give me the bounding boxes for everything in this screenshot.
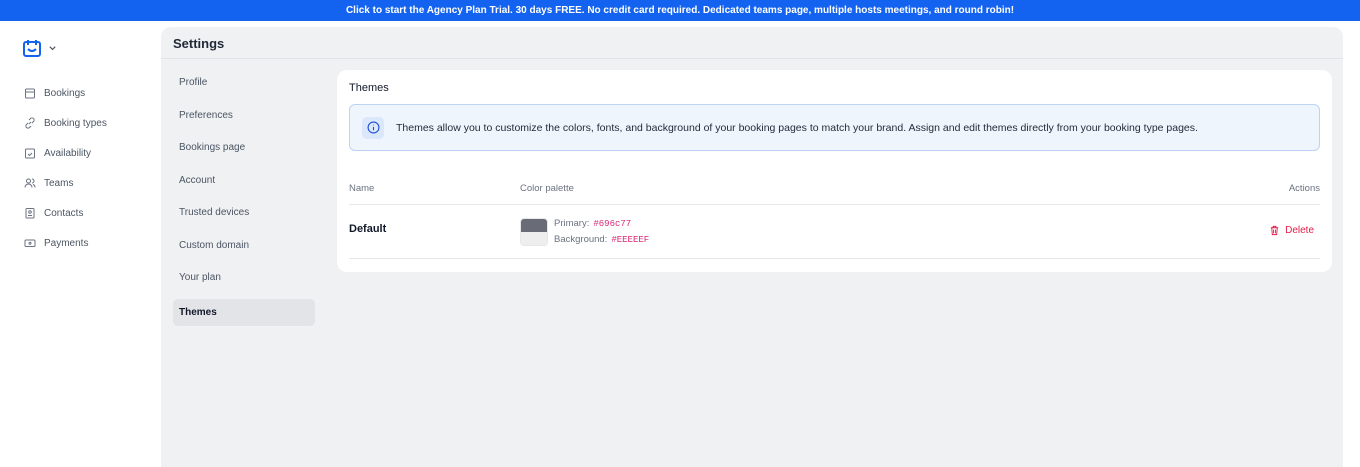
themes-card: Themes Themes allow you to customize the…: [337, 70, 1332, 272]
trash-icon: [1270, 225, 1279, 235]
calendar-icon: [25, 88, 35, 99]
settings-item-profile[interactable]: Profile: [173, 71, 315, 104]
theme-name: Default: [349, 222, 387, 235]
info-icon: [362, 116, 384, 139]
header-name: Name: [349, 183, 375, 194]
delete-label: Delete: [1285, 224, 1314, 236]
nav-payments[interactable]: Payments: [24, 228, 107, 258]
calendar-check-icon: [25, 148, 35, 159]
primary-value: #696c77: [593, 218, 632, 229]
nav-bookings[interactable]: Bookings: [24, 78, 107, 108]
settings-item-custom-domain[interactable]: Custom domain: [173, 234, 315, 267]
settings-item-your-plan[interactable]: Your plan: [173, 266, 315, 299]
background-value: #EEEEEF: [611, 234, 650, 245]
sidebar-nav: Bookings Booking types Availability Team…: [24, 78, 107, 258]
table-header: Name Color palette Actions: [349, 173, 1320, 205]
delete-button[interactable]: Delete: [1269, 225, 1314, 236]
settings-item-preferences[interactable]: Preferences: [173, 104, 315, 137]
table-row: Default Primary: #696c77 Background: #EEEE…: [349, 205, 1320, 259]
info-banner: Themes allow you to customize the colors…: [349, 104, 1320, 151]
contact-icon: [25, 208, 35, 219]
nav-label: Availability: [44, 147, 92, 159]
themes-title: Themes: [349, 82, 389, 94]
info-text: Themes allow you to customize the colors…: [396, 121, 1198, 134]
trial-banner[interactable]: Click to start the Agency Plan Trial. 30…: [0, 0, 1360, 21]
payment-icon: [24, 239, 36, 247]
nav-label: Teams: [44, 177, 74, 189]
settings-item-bookings-page[interactable]: Bookings page: [173, 136, 315, 169]
nav-booking-types[interactable]: Booking types: [24, 108, 107, 138]
settings-panel: Settings Profile Preferences Bookings pa…: [161, 27, 1343, 467]
settings-menu: Profile Preferences Bookings page Accoun…: [173, 71, 315, 326]
page-title: Settings: [161, 27, 1343, 59]
chevron-down-icon: [49, 45, 56, 50]
link-icon: [25, 117, 35, 129]
header-actions: Actions: [1288, 183, 1320, 194]
nav-teams[interactable]: Teams: [24, 168, 107, 198]
primary-label: Primary:: [554, 217, 590, 229]
settings-item-themes[interactable]: Themes: [173, 298, 315, 326]
background-label: Background:: [554, 233, 608, 245]
nav-availability[interactable]: Availability: [24, 138, 107, 168]
settings-item-account[interactable]: Account: [173, 169, 315, 202]
nav-contacts[interactable]: Contacts: [24, 198, 107, 228]
color-swatch: [520, 217, 548, 246]
users-icon: [24, 178, 36, 188]
nav-label: Booking types: [44, 117, 107, 129]
settings-item-trusted-devices[interactable]: Trusted devices: [173, 201, 315, 234]
color-palette: Primary: #696c77 Background: #EEEEEF: [520, 216, 1240, 248]
logo-icon: [23, 40, 41, 57]
nav-label: Payments: [44, 237, 89, 249]
nav-label: Bookings: [44, 87, 86, 99]
nav-label: Contacts: [44, 207, 84, 219]
workspace-switcher[interactable]: [22, 38, 57, 58]
header-palette: Color palette: [520, 183, 574, 194]
